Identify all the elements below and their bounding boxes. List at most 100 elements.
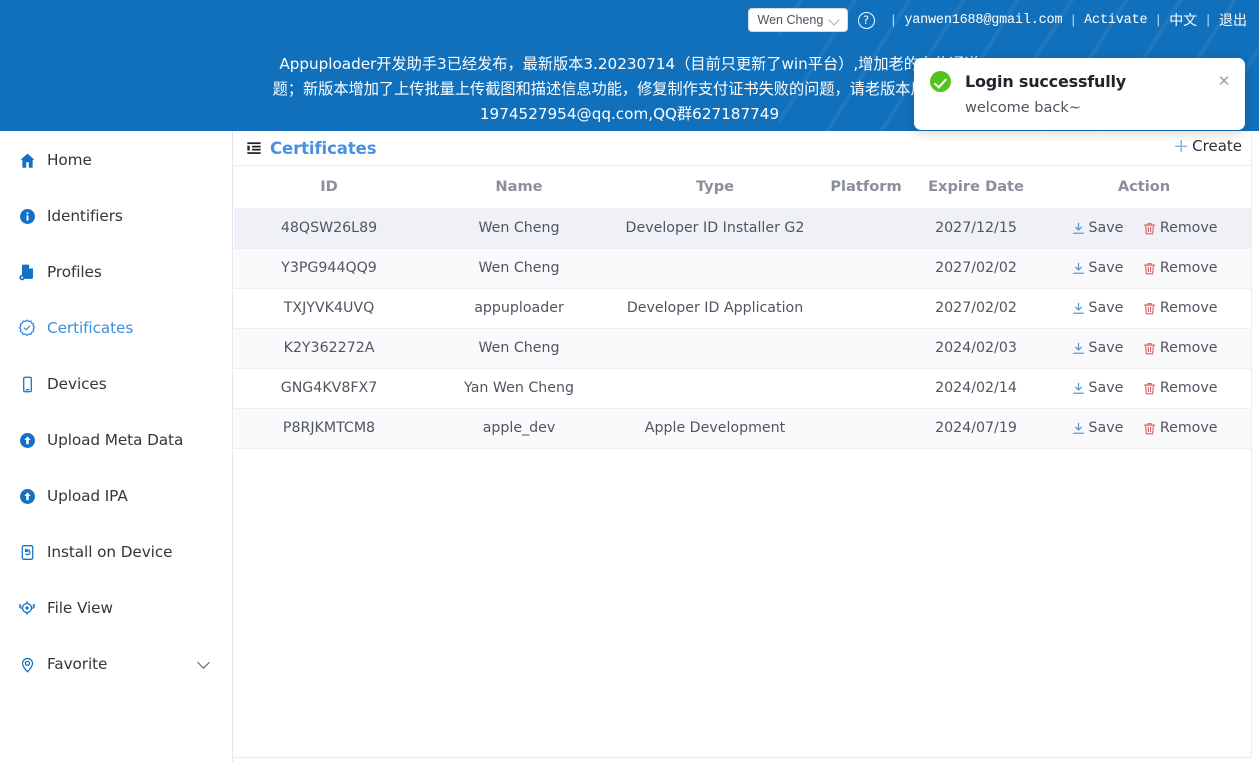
save-button[interactable]: Save (1071, 300, 1124, 316)
cell-id: TXJYVK4UVQ (234, 288, 424, 329)
info-circle-icon (16, 205, 38, 227)
user-select[interactable]: Wen Cheng (747, 8, 848, 32)
cell-action: Save Remove (1036, 208, 1252, 249)
table-header-row: ID Name Type Platform Expire Date Action (234, 166, 1252, 209)
remove-button[interactable]: Remove (1142, 260, 1217, 276)
column-header-id[interactable]: ID (234, 166, 424, 209)
column-header-platform[interactable]: Platform (816, 166, 916, 209)
cell-id: Y3PG944QQ9 (234, 248, 424, 289)
separator: | (1204, 12, 1212, 28)
trash-icon (1142, 221, 1157, 236)
column-header-name[interactable]: Name (424, 166, 614, 209)
remove-button[interactable]: Remove (1142, 340, 1217, 356)
vertical-scrollbar[interactable] (1251, 131, 1259, 762)
separator: | (889, 12, 898, 28)
download-icon (1071, 301, 1086, 316)
table-row[interactable]: P8RJKMTCM8 apple_dev Apple Development 2… (234, 408, 1252, 449)
cell-expire-date: 2027/12/15 (916, 208, 1036, 249)
column-header-type[interactable]: Type (614, 166, 816, 209)
trash-icon (1142, 381, 1157, 396)
install-device-icon (16, 541, 38, 563)
language-link[interactable]: 中文 (1169, 10, 1197, 30)
save-button[interactable]: Save (1071, 340, 1124, 356)
sidebar-item-label: File View (47, 599, 113, 617)
cell-id: GNG4KV8FX7 (234, 368, 424, 409)
cell-expire-date: 2027/02/02 (916, 248, 1036, 289)
save-button[interactable]: Save (1071, 380, 1124, 396)
close-icon[interactable]: ✕ (1217, 74, 1231, 89)
cell-name: Wen Cheng (424, 248, 614, 289)
download-icon (1071, 421, 1086, 436)
remove-button-label: Remove (1159, 380, 1218, 396)
certificate-badge-icon (16, 317, 38, 339)
table-row[interactable]: 48QSW26L89 Wen Cheng Developer ID Instal… (234, 208, 1252, 249)
create-button[interactable]: + Create (1173, 134, 1242, 157)
sidebar-item-file-view[interactable]: File View (0, 593, 232, 623)
account-toolbar: Wen Cheng ? | yanwen1688@gmail.com | Act… (747, 7, 1247, 33)
cell-platform (816, 208, 916, 249)
sidebar-item-label: Favorite (47, 655, 108, 673)
sidebar-item-label: Identifiers (47, 207, 123, 225)
help-circle-icon[interactable]: ? (857, 11, 875, 29)
download-icon (1071, 381, 1086, 396)
mobile-device-icon (16, 373, 38, 395)
save-button-label: Save (1088, 340, 1124, 356)
remove-button[interactable]: Remove (1142, 380, 1218, 396)
upload-circle-icon (16, 485, 38, 507)
cell-name: appuploader (424, 288, 614, 329)
remove-button[interactable]: Remove (1142, 300, 1217, 316)
sidebar-item-favorite[interactable]: Favorite (0, 649, 232, 679)
sidebar-item-identifiers[interactable]: Identifiers (0, 201, 232, 231)
logout-link[interactable]: 退出 (1219, 10, 1247, 30)
activate-link[interactable]: Activate (1084, 13, 1147, 28)
save-button-label: Save (1088, 380, 1124, 396)
cell-name: apple_dev (424, 408, 614, 449)
sidebar-item-upload-meta-data[interactable]: Upload Meta Data (0, 425, 232, 455)
cell-platform (816, 408, 916, 449)
sidebar-item-label: Certificates (47, 319, 134, 337)
profile-file-icon (16, 261, 38, 283)
chevron-down-icon[interactable] (199, 658, 210, 669)
remove-button[interactable]: Remove (1142, 220, 1218, 236)
download-icon (1071, 221, 1086, 236)
sidebar-item-upload-ipa[interactable]: Upload IPA (0, 481, 232, 511)
home-icon (16, 149, 38, 171)
cell-platform (816, 368, 916, 409)
column-header-expire-date[interactable]: Expire Date (916, 166, 1036, 209)
account-email[interactable]: yanwen1688@gmail.com (904, 13, 1062, 28)
sidebar-item-home[interactable]: Home (0, 145, 232, 175)
table-row[interactable]: K2Y362272A Wen Cheng 2024/02/03 Save Rem… (234, 328, 1252, 369)
save-button-label: Save (1088, 300, 1124, 316)
download-icon (1071, 261, 1086, 276)
sidebar-item-certificates[interactable]: Certificates (0, 313, 232, 343)
plus-icon: + (1173, 134, 1190, 157)
app-window: Wen Cheng ? | yanwen1688@gmail.com | Act… (0, 0, 1259, 762)
cell-action: Save Remove (1036, 368, 1252, 409)
cell-type (614, 368, 816, 409)
cell-action: Save Remove (1036, 288, 1252, 329)
cell-expire-date: 2024/02/03 (916, 328, 1036, 369)
table-row[interactable]: TXJYVK4UVQ appuploader Developer ID Appl… (234, 288, 1252, 329)
cell-expire-date: 2024/02/14 (916, 368, 1036, 409)
list-indent-icon (246, 140, 262, 156)
save-button[interactable]: Save (1071, 420, 1123, 436)
sidebar-item-devices[interactable]: Devices (0, 369, 232, 399)
chevron-down-icon (829, 15, 840, 26)
cell-action: Save Remove (1036, 248, 1252, 289)
table-row[interactable]: GNG4KV8FX7 Yan Wen Cheng 2024/02/14 Save… (234, 368, 1252, 409)
sidebar-item-profiles[interactable]: Profiles (0, 257, 232, 287)
separator: | (1154, 12, 1163, 28)
save-button[interactable]: Save (1071, 220, 1123, 236)
sidebar-item-label: Upload Meta Data (47, 431, 184, 449)
column-header-action: Action (1036, 166, 1252, 209)
save-button[interactable]: Save (1071, 260, 1123, 276)
success-check-icon (930, 71, 951, 92)
remove-button[interactable]: Remove (1142, 420, 1217, 436)
remove-button-label: Remove (1159, 220, 1218, 236)
cell-expire-date: 2027/02/02 (916, 288, 1036, 329)
cell-type: Developer ID Application (614, 288, 816, 329)
table-row[interactable]: Y3PG944QQ9 Wen Cheng 2027/02/02 Save Rem… (234, 248, 1252, 289)
sidebar-item-install-on-device[interactable]: Install on Device (0, 537, 232, 567)
cell-action: Save Remove (1036, 408, 1252, 449)
cell-id: P8RJKMTCM8 (234, 408, 424, 449)
